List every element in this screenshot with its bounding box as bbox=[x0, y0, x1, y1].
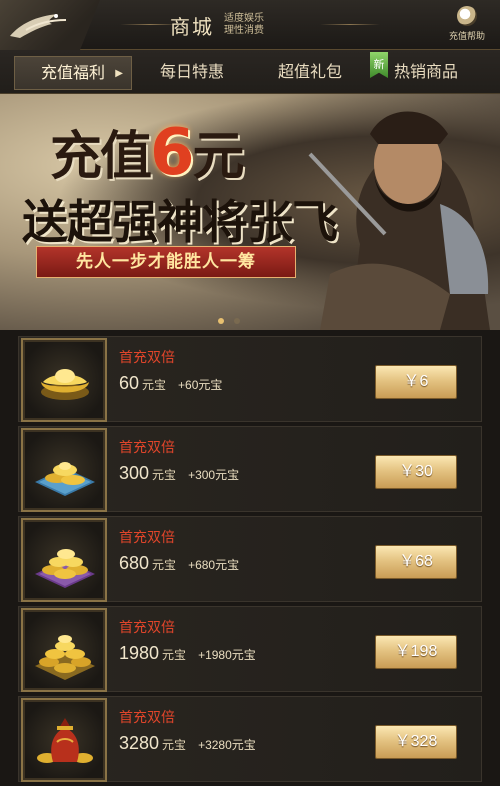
amount-unit: 元宝 bbox=[152, 468, 177, 482]
item-icon-frame bbox=[21, 698, 107, 782]
banner-headline-suffix: 元 bbox=[192, 126, 245, 187]
top-bar: 商城 适度娱乐 理性消费 充值帮助 bbox=[0, 0, 500, 50]
ingot-single-icon bbox=[41, 369, 89, 400]
item-label: 首充双倍 bbox=[119, 529, 175, 545]
ingot-bag-icon bbox=[37, 718, 93, 763]
ingot-pile-blue-icon bbox=[35, 462, 95, 496]
buy-button[interactable]: ￥328 bbox=[375, 725, 457, 759]
banner-ribbon: 先人一步才能胜人一筹 bbox=[36, 246, 296, 278]
help-icon bbox=[457, 6, 477, 26]
item-label: 首充双倍 bbox=[119, 709, 175, 725]
tab-label: 充值福利 bbox=[40, 65, 105, 82]
tab-label: 热销商品 bbox=[393, 64, 458, 81]
recharge-help-button[interactable]: 充值帮助 bbox=[442, 6, 492, 46]
banner-subheadline: 送超强神将张飞 bbox=[22, 195, 338, 249]
tab-hot-items[interactable]: 新 热销商品 bbox=[370, 52, 478, 90]
item-amount: 300 元宝 +300元宝 bbox=[119, 463, 239, 484]
tab-label: 每日特惠 bbox=[159, 64, 224, 81]
recharge-item: 首充双倍 3280 元宝 +3280元宝 ￥328 bbox=[18, 696, 482, 782]
recharge-item: 首充双倍 680 元宝 +680元宝 ￥68 bbox=[18, 516, 482, 602]
buy-button[interactable]: ￥68 bbox=[375, 545, 457, 579]
item-label: 首充双倍 bbox=[119, 349, 175, 365]
new-badge: 新 bbox=[370, 52, 388, 78]
amount-value: 300 bbox=[119, 463, 150, 483]
buy-button[interactable]: ￥30 bbox=[375, 455, 457, 489]
item-icon-frame bbox=[21, 608, 107, 692]
item-icon-frame bbox=[21, 338, 107, 422]
item-amount: 60 元宝 +60元宝 bbox=[119, 373, 222, 394]
tab-bar: 充值福利 ▶ 每日特惠 超值礼包 新 热销商品 bbox=[0, 50, 500, 94]
back-button[interactable] bbox=[0, 0, 100, 50]
ingot-pile-purple-icon bbox=[35, 549, 95, 588]
tab-label: 超值礼包 bbox=[277, 64, 342, 81]
banner-headline-number: 6 bbox=[150, 116, 195, 190]
item-amount: 1980 元宝 +1980元宝 bbox=[119, 643, 256, 664]
item-label: 首充双倍 bbox=[119, 619, 175, 635]
ingot-pile-gold-icon bbox=[35, 635, 95, 680]
bonus-amount: +3280元宝 bbox=[198, 738, 256, 752]
page-title: 商城 bbox=[170, 14, 214, 39]
tab-value-packs[interactable]: 超值礼包 bbox=[258, 56, 362, 90]
amount-unit: 元宝 bbox=[142, 378, 167, 392]
chevron-right-icon: ▶ bbox=[115, 68, 123, 79]
tab-recharge-welfare[interactable]: 充值福利 ▶ bbox=[14, 56, 132, 90]
dragon-logo-icon bbox=[10, 14, 67, 38]
recharge-item: 首充双倍 1980 元宝 +1980元宝 ￥198 bbox=[18, 606, 482, 692]
banner-headline: 充值6元 bbox=[50, 114, 245, 190]
amount-unit: 元宝 bbox=[162, 648, 187, 662]
amount-unit: 元宝 bbox=[152, 558, 177, 572]
title-group: 商城 适度娱乐 理性消费 bbox=[170, 8, 370, 42]
amount-value: 3280 bbox=[119, 733, 160, 753]
item-icon-frame bbox=[21, 518, 107, 602]
amount-value: 1980 bbox=[119, 643, 160, 663]
recharge-item: 首充双倍 300 元宝 +300元宝 ￥30 bbox=[18, 426, 482, 512]
help-label: 充值帮助 bbox=[448, 31, 485, 41]
buy-button[interactable]: ￥6 bbox=[375, 365, 457, 399]
item-label: 首充双倍 bbox=[119, 439, 175, 455]
health-slogan: 适度娱乐 理性消费 bbox=[224, 13, 264, 37]
bonus-amount: +680元宝 bbox=[188, 558, 240, 572]
item-amount: 3280 元宝 +3280元宝 bbox=[119, 733, 256, 754]
buy-button[interactable]: ￥198 bbox=[375, 635, 457, 669]
banner-pagination bbox=[218, 318, 240, 324]
amount-value: 680 bbox=[119, 553, 150, 573]
amount-value: 60 bbox=[119, 373, 140, 393]
tab-daily-deals[interactable]: 每日特惠 bbox=[140, 56, 244, 90]
promo-banner[interactable]: 充值6元 送超强神将张飞 先人一步才能胜人一筹 bbox=[0, 94, 500, 330]
recharge-item: 首充双倍 60 元宝 +60元宝 ￥6 bbox=[18, 336, 482, 422]
item-icon-frame bbox=[21, 428, 107, 512]
pagination-dot[interactable] bbox=[218, 318, 224, 324]
amount-unit: 元宝 bbox=[162, 738, 187, 752]
slogan-line-1: 适度娱乐 bbox=[224, 13, 264, 24]
slogan-line-2: 理性消费 bbox=[224, 25, 264, 36]
item-amount: 680 元宝 +680元宝 bbox=[119, 553, 239, 574]
bonus-amount: +300元宝 bbox=[188, 468, 240, 482]
pagination-dot[interactable] bbox=[234, 318, 240, 324]
bonus-amount: +60元宝 bbox=[178, 378, 223, 392]
bonus-amount: +1980元宝 bbox=[198, 648, 256, 662]
banner-headline-prefix: 充值 bbox=[50, 126, 152, 187]
